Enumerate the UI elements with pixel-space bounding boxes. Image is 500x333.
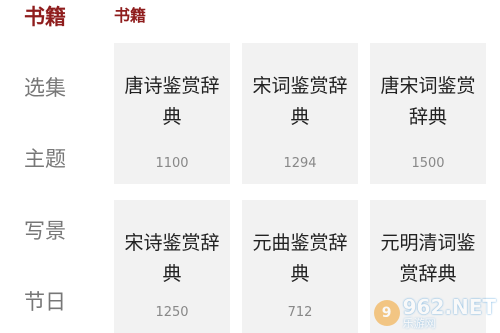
watermark-main-text: 962.NET	[402, 295, 496, 319]
section-title: 书籍	[114, 6, 147, 25]
book-poem-count: 1294	[283, 156, 317, 171]
site-watermark: 9 962.NET 乐游网	[373, 297, 496, 329]
book-title: 元明清词鉴赏辞典	[380, 232, 476, 285]
book-card[interactable]: 宋词鉴赏辞典 1294	[242, 43, 358, 184]
category-item-books[interactable]: 书籍	[24, 7, 84, 28]
book-title: 唐宋词鉴赏辞典	[380, 75, 476, 128]
book-card[interactable]: 宋诗鉴赏辞典 1250	[114, 200, 230, 333]
category-sidebar: 书籍 选集 主题 写景 节日	[0, 0, 100, 333]
category-item-theme[interactable]: 主题	[24, 149, 84, 170]
app: 书籍 选集 主题 写景 节日 书籍 唐诗鉴赏辞典 1100 宋词鉴赏辞典 129…	[0, 0, 500, 333]
category-item-festival[interactable]: 节日	[24, 292, 84, 313]
book-title: 唐诗鉴赏辞典	[124, 75, 220, 128]
book-title: 元曲鉴赏辞典	[252, 232, 348, 285]
book-card[interactable]: 唐诗鉴赏辞典 1100	[114, 43, 230, 184]
book-poem-count: 712	[287, 305, 313, 320]
book-title: 宋诗鉴赏辞典	[124, 232, 220, 285]
book-poem-count: 1500	[411, 156, 445, 171]
category-item-anthology[interactable]: 选集	[24, 78, 84, 99]
watermark-logo-icon: 9	[373, 300, 400, 326]
watermark-text: 962.NET 乐游网	[403, 297, 496, 329]
book-title: 宋词鉴赏辞典	[252, 75, 348, 128]
book-card[interactable]: 唐宋词鉴赏辞典 1500	[370, 43, 486, 184]
book-poem-count: 1100	[155, 156, 189, 171]
book-poem-count: 1250	[155, 305, 189, 320]
book-card[interactable]: 元曲鉴赏辞典 712	[242, 200, 358, 333]
watermark-sub-text: 乐游网	[402, 317, 436, 330]
category-item-scenery[interactable]: 写景	[24, 221, 84, 242]
